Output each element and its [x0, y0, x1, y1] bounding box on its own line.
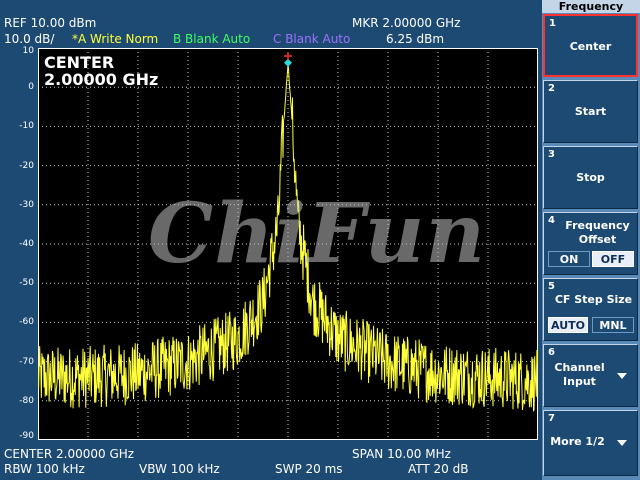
chevron-down-icon	[617, 373, 627, 379]
center-readout-title: CENTER	[44, 53, 115, 72]
peak-indicator	[284, 52, 292, 60]
attenuation-readout: ATT 20 dB	[408, 462, 469, 476]
scale-readout: 10.0 dB/	[4, 32, 55, 46]
more-softkey[interactable]: 7 More 1/2	[543, 410, 638, 476]
center-frequency-footer: CENTER 2.00000 GHz	[4, 447, 135, 461]
y-tick-label: -40	[19, 239, 34, 249]
softkey-label: Stop	[576, 171, 605, 184]
y-tick-label: -70	[19, 356, 34, 367]
chevron-down-icon	[617, 440, 627, 446]
stop-softkey[interactable]: 3 Stop	[543, 146, 638, 209]
softkey-number: 7	[548, 413, 555, 424]
softkey-number: 6	[548, 347, 555, 358]
channel-input-softkey[interactable]: 6 Channel Input	[543, 344, 638, 407]
trace-a-status: *A Write Norm	[72, 32, 159, 46]
softkey-number: 1	[549, 18, 556, 29]
y-tick-label: -30	[19, 199, 34, 210]
y-tick-label: -80	[19, 395, 34, 406]
y-tick-label: -90	[19, 431, 34, 441]
watermark: ChiFun	[148, 186, 487, 282]
frequency-offset-softkey[interactable]: 4 Frequency Offset ON OFF	[543, 212, 638, 275]
frequency-offset-off-toggle[interactable]: OFF	[592, 251, 634, 267]
cf-step-auto-toggle[interactable]: AUTO	[548, 317, 588, 333]
cf-step-manual-toggle[interactable]: MNL	[592, 317, 634, 333]
center-readout-value: 2.00000 GHz	[44, 70, 159, 89]
softkey-label: Start	[574, 105, 607, 118]
rbw-readout: RBW 100 kHz	[4, 462, 85, 476]
ref-level-readout: REF 10.00 dBm	[4, 16, 97, 30]
cf-step-size-softkey[interactable]: 5 CF Step Size AUTO MNL	[543, 278, 638, 341]
softkey-label: CF Step Size	[554, 293, 633, 306]
trace-c-status: C Blank Auto	[273, 32, 351, 46]
softkey-label: Frequency Offset	[565, 219, 630, 246]
softkey-label: Center	[569, 40, 612, 53]
frequency-offset-on-toggle[interactable]: ON	[548, 251, 590, 267]
sweep-time-readout: SWP 20 ms	[275, 462, 343, 476]
softkey-number: 5	[548, 281, 555, 292]
y-tick-label: 0	[28, 82, 34, 93]
softkey-label: Channel Input	[554, 361, 605, 388]
y-tick-label: -60	[19, 317, 34, 328]
softkey-panel: Frequency 1 Center 2 Start 3 Stop 4 Freq…	[542, 0, 640, 480]
softkey-label: More 1/2	[550, 435, 605, 448]
marker-frequency-readout: MKR 2.00000 GHz	[352, 16, 461, 30]
center-frequency-readout: CENTER 2.00000 GHz	[44, 54, 158, 88]
start-softkey[interactable]: 2 Start	[543, 80, 638, 143]
span-readout: SPAN 10.00 MHz	[352, 447, 451, 461]
trace-b-status: B Blank Auto	[173, 32, 251, 46]
softkey-number: 4	[548, 215, 555, 226]
y-tick-label: -50	[19, 278, 34, 289]
marker-level-readout: 6.25 dBm	[386, 32, 445, 46]
y-tick-label: 10	[22, 46, 34, 56]
softkey-menu-title: Frequency	[542, 0, 640, 13]
vbw-readout: VBW 100 kHz	[139, 462, 220, 476]
y-tick-label: -10	[19, 121, 34, 132]
softkey-number: 3	[548, 149, 555, 160]
center-softkey[interactable]: 1 Center	[543, 14, 638, 77]
softkey-number: 2	[548, 83, 555, 94]
y-tick-label: -20	[19, 160, 34, 171]
